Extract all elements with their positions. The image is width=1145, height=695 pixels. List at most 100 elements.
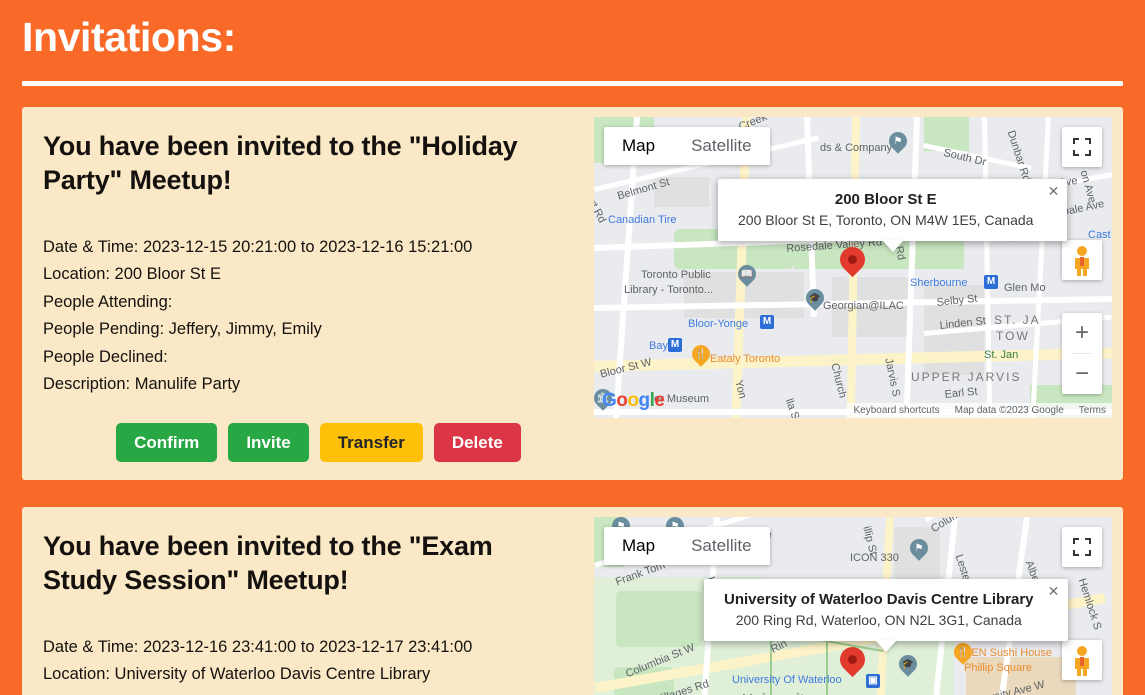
map-type-control[interactable]: Map Satellite: [604, 527, 770, 566]
invitation-info: You have been invited to the "Exam Study…: [22, 507, 594, 695]
invitations-page: Invitations: You have been invited to th…: [0, 0, 1145, 695]
map-label: St. Jan: [984, 349, 1019, 362]
detail-location: Location: University of Waterloo Davis C…: [43, 665, 431, 684]
map-restaurant-pin[interactable]: 🍴: [692, 345, 710, 369]
fullscreen-icon[interactable]: [1062, 127, 1102, 168]
map-label: Earl St: [944, 385, 979, 402]
map-label: Georgian@ILAC: [823, 300, 904, 313]
map-type-map[interactable]: Map: [604, 527, 674, 566]
map-label: KEN Sushi House: [964, 647, 1053, 660]
restaurant-glyph: 🍴: [956, 647, 970, 659]
keyboard-shortcuts-link[interactable]: Keyboard shortcuts: [853, 405, 939, 416]
page-title: Invitations:: [22, 14, 236, 60]
location-map[interactable]: RosedaleCreekds & CompanySouth DrDunbar …: [594, 117, 1112, 419]
map-label: Bay: [649, 340, 668, 353]
map-poi-pin[interactable]: 🎓: [899, 655, 917, 679]
map-poi-pin[interactable]: ⚑: [889, 132, 907, 156]
map-label: Columb: [929, 517, 968, 536]
map-label: Canadian Tire: [608, 214, 677, 227]
detail-declined: People Declined:: [43, 347, 168, 366]
invite-button[interactable]: Invite: [228, 422, 309, 463]
map-label: University Of Waterloo: [732, 674, 842, 687]
map-type-satellite[interactable]: Satellite: [673, 127, 770, 166]
detail-datetime: Date & Time: 2023-12-16 23:41:00 to 2023…: [43, 637, 473, 656]
invitation-list: You have been invited to the "Holiday Pa…: [22, 107, 1123, 695]
map-label: ds & Company: [820, 142, 893, 155]
info-window-address: 200 Bloor St E, Toronto, ON M4W 1E5, Can…: [738, 211, 1034, 228]
close-icon[interactable]: ✕: [1044, 182, 1062, 200]
location-marker[interactable]: [834, 641, 871, 681]
pegman-streetview-icon[interactable]: [1062, 640, 1102, 681]
map-poi-pin[interactable]: ⚑: [910, 539, 928, 563]
map-label: ort Rd: [594, 193, 609, 226]
map-type-satellite[interactable]: Satellite: [673, 527, 770, 566]
restaurant-glyph: 🍴: [694, 349, 708, 361]
zoom-out-button[interactable]: −: [1062, 354, 1102, 394]
map-road: [1030, 117, 1051, 419]
poi-glyph: ⚑: [914, 543, 924, 555]
transit-icon[interactable]: M: [668, 338, 682, 353]
map-poi-pin[interactable]: 📖: [738, 265, 756, 289]
school-glyph: 🎓: [901, 659, 915, 671]
map-label: University: [742, 691, 813, 695]
delete-button[interactable]: Delete: [433, 422, 521, 463]
pegman-streetview-icon[interactable]: [1062, 240, 1102, 281]
info-window-title: 200 Bloor St E: [834, 191, 937, 209]
transfer-button[interactable]: Transfer: [319, 422, 423, 463]
map-label: Dunbar Rd: [1004, 129, 1033, 184]
transit-icon[interactable]: M: [760, 315, 774, 330]
map-label: TOW: [996, 329, 1030, 344]
detail-attending: People Attending:: [43, 292, 173, 311]
location-map[interactable]: Accelerator Centreillip StColumbLester S…: [594, 517, 1112, 695]
map-info-window[interactable]: ✕ University of Waterloo Davis Centre Li…: [704, 579, 1068, 652]
invitation-details: Date & Time: 2023-12-16 23:41:00 to 2023…: [43, 634, 594, 695]
transit-icon[interactable]: ▣: [866, 674, 880, 689]
map-label: Phillip Square: [964, 662, 1032, 675]
library-glyph: 📖: [740, 269, 754, 281]
invitation-actions: Confirm Invite Transfer Delete: [43, 422, 594, 463]
zoom-in-button[interactable]: +: [1062, 313, 1102, 353]
title-divider: [22, 81, 1123, 87]
map-restaurant-pin[interactable]: 🍴: [954, 643, 972, 667]
map-type-control[interactable]: Map Satellite: [604, 127, 770, 166]
fullscreen-icon[interactable]: [1062, 527, 1102, 568]
terms-link[interactable]: Terms: [1079, 405, 1106, 416]
school-glyph: 🎓: [808, 293, 822, 305]
invitation-card: You have been invited to the "Exam Study…: [22, 507, 1123, 695]
page-header: Invitations:: [0, 0, 1145, 61]
map-info-window[interactable]: ✕ 200 Bloor St E 200 Bloor St E, Toronto…: [718, 179, 1068, 252]
map-label: UPPER JARVIS: [911, 370, 1022, 385]
info-window-tail: [874, 639, 897, 652]
detail-attending: People Attending:: [43, 689, 594, 695]
zoom-control[interactable]: + −: [1062, 313, 1102, 395]
map-label: ICON 330: [850, 552, 899, 565]
detail-description: Description: Manulife Party: [43, 375, 241, 394]
map-label: Toronto Public: [641, 269, 711, 282]
confirm-button[interactable]: Confirm: [116, 422, 218, 463]
map-type-map[interactable]: Map: [604, 127, 674, 166]
detail-datetime: Date & Time: 2023-12-15 20:21:00 to 2023…: [43, 237, 473, 256]
invitation-details: Date & Time: 2023-12-15 20:21:00 to 2023…: [43, 234, 594, 399]
info-window-address: 200 Ring Rd, Waterloo, ON N2L 3G1, Canad…: [735, 611, 1022, 628]
map-park: [616, 591, 702, 648]
map-poi-pin[interactable]: 🎓: [806, 289, 824, 313]
map-label: Church: [828, 362, 849, 400]
map-label: Library - Toronto...: [624, 284, 714, 297]
invitation-heading: You have been invited to the "Holiday Pa…: [43, 131, 518, 196]
map-label: Bloor-Yonge: [688, 318, 749, 331]
invitation-info: You have been invited to the "Holiday Pa…: [22, 107, 594, 399]
map-attribution: Keyboard shortcuts Map data ©2023 Google…: [847, 403, 1112, 419]
invitation-heading: You have been invited to the "Exam Study…: [43, 531, 493, 596]
close-icon[interactable]: ✕: [1045, 582, 1063, 600]
poi-glyph: ⚑: [893, 136, 903, 148]
info-window-title: University of Waterloo Davis Centre Libr…: [724, 591, 1034, 609]
map-label: Sherbourne: [910, 277, 968, 290]
detail-location: Location: 200 Bloor St E: [43, 265, 221, 284]
map-data-attribution: Map data ©2023 Google: [954, 405, 1064, 417]
invitation-card: You have been invited to the "Holiday Pa…: [22, 107, 1123, 481]
info-window-tail: [881, 239, 904, 252]
map-label: Glen Mo: [1004, 282, 1046, 295]
location-marker[interactable]: [834, 241, 871, 281]
detail-pending: People Pending: Jeffery, Jimmy, Emily: [43, 320, 322, 339]
transit-icon[interactable]: M: [984, 275, 998, 290]
